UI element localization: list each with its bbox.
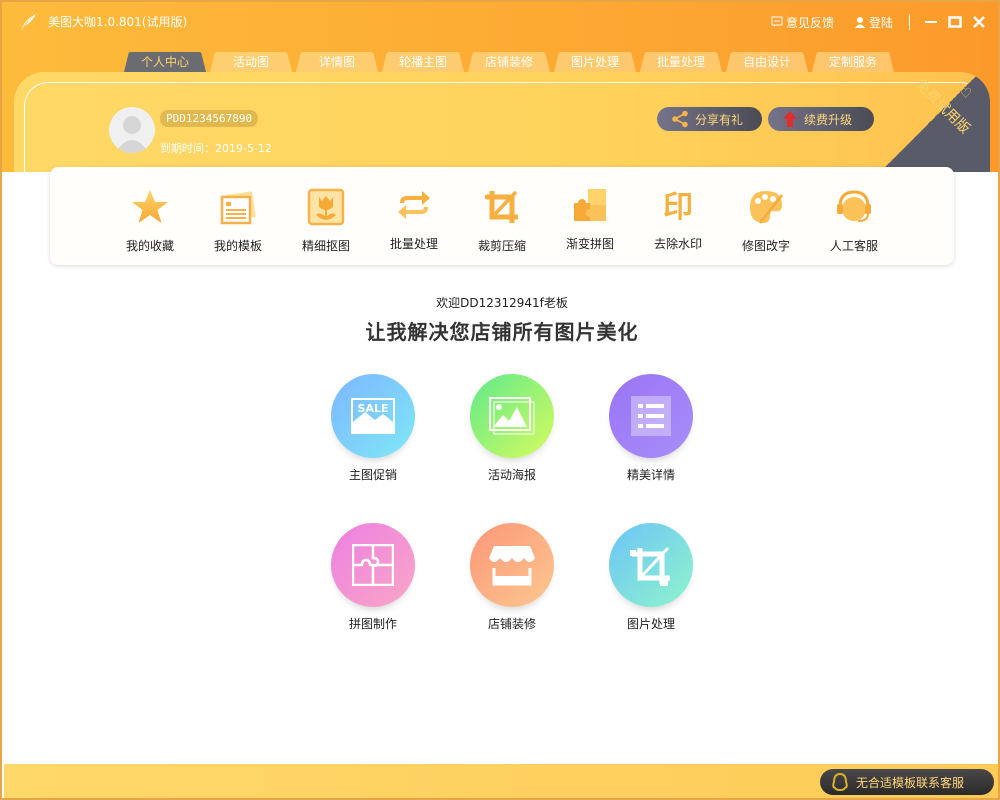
app-window: 美图大咖1.0.801(试用版) 意见反馈 登陆 个人中心 活动图 详情图 轮播…: [0, 0, 1000, 800]
upgrade-arrow-icon: [783, 111, 797, 127]
tab-free-design[interactable]: 自由设计: [726, 52, 808, 72]
user-id-badge: PDD1234567890: [160, 110, 259, 127]
heart-icon: ♡: [959, 86, 972, 102]
tab-custom-service[interactable]: 定制服务: [812, 52, 894, 72]
headset-icon: [837, 190, 871, 222]
share-button[interactable]: 分享有礼: [657, 107, 762, 131]
puzzle-icon: [574, 189, 606, 221]
feature-collage[interactable]: 拼图制作: [318, 523, 428, 632]
feature-image-processing[interactable]: 图片处理: [596, 523, 706, 632]
minimize-icon: [925, 21, 937, 23]
tool-retouch-text[interactable]: 修图改字: [722, 167, 810, 265]
tab-carousel-main[interactable]: 轮播主图: [382, 52, 464, 72]
batch-icon: [398, 191, 430, 219]
top-right-controls: 意见反馈 登陆: [771, 13, 988, 31]
tool-gradient-collage[interactable]: 渐变拼图: [546, 167, 634, 265]
maximize-icon: [948, 16, 962, 28]
avatar[interactable]: [109, 107, 155, 153]
store-icon: [489, 546, 535, 586]
poster-icon: [489, 397, 535, 435]
maximize-button[interactable]: [946, 13, 964, 31]
feature-detail-page[interactable]: 精美详情: [596, 374, 706, 483]
close-button[interactable]: [970, 13, 988, 31]
tool-remove-watermark[interactable]: 印 去除水印: [634, 167, 722, 265]
tool-crop-compress[interactable]: 裁剪压缩: [458, 167, 546, 265]
cutout-icon: [307, 188, 345, 226]
close-icon: [973, 16, 985, 28]
default-avatar-icon: [115, 116, 149, 153]
jigsaw-icon: [352, 544, 394, 586]
tab-activity-image[interactable]: 活动图: [210, 52, 292, 72]
share-icon: [672, 110, 688, 128]
image-crop-icon: [630, 546, 670, 586]
tab-image-processing[interactable]: 图片处理: [554, 52, 636, 72]
upgrade-label: 续费升级: [804, 112, 853, 127]
welcome-message: 欢迎DD12312941f老板: [436, 296, 568, 310]
tool-fine-cutout[interactable]: 精细抠图: [282, 167, 370, 265]
sale-icon: SALE: [351, 398, 395, 434]
app-title: 美图大咖1.0.801(试用版): [48, 15, 188, 29]
footer-bar: 无合适模板联系客服: [4, 764, 998, 798]
trial-ribbon: ♡ 免费试用版: [870, 72, 990, 172]
upgrade-button[interactable]: 续费升级: [768, 107, 874, 131]
palette-icon: [750, 191, 783, 224]
watermark-icon: 印: [663, 190, 693, 225]
title-bar: 美图大咖1.0.801(试用版) 意见反馈 登陆 个人中心 活动图 详情图 轮播…: [2, 2, 998, 192]
tab-personal-center[interactable]: 个人中心: [124, 52, 206, 72]
share-label: 分享有礼: [695, 112, 744, 127]
feature-main-promo[interactable]: SALE 主图促销: [318, 374, 428, 483]
user-icon: [854, 17, 865, 28]
profile-panel: PDD1234567890 到期时间：2019-5-12 分享有礼 续费升级 ♡…: [14, 72, 990, 192]
contact-service-label: 无合适模板联系客服: [856, 775, 965, 790]
feather-logo-icon: [20, 14, 36, 32]
tool-customer-service[interactable]: 人工客服: [810, 167, 898, 265]
feature-event-poster[interactable]: 活动海报: [457, 374, 567, 483]
feedback-label: 意见反馈: [785, 15, 834, 30]
ribbon-label: 免费试用版: [911, 76, 973, 138]
feedback-icon: [771, 16, 783, 27]
slogan-heading: 让我解决您店铺所有图片美化: [365, 320, 639, 344]
tab-batch-processing[interactable]: 批量处理: [640, 52, 722, 72]
tab-detail-image[interactable]: 详情图: [296, 52, 378, 72]
quick-tools-bar: 我的收藏 我的模板 精细抠图 批量处理 裁剪压缩 渐变拼图 印 去除水印 修图改: [50, 167, 954, 265]
login-label: 登陆: [868, 15, 893, 30]
minimize-button[interactable]: [922, 13, 940, 31]
qq-penguin-icon: [832, 773, 848, 791]
feedback-link[interactable]: 意见反馈: [771, 14, 834, 31]
tool-templates[interactable]: 我的模板: [194, 167, 282, 265]
tool-favorites[interactable]: 我的收藏: [106, 167, 194, 265]
crop-icon: [485, 190, 518, 223]
detail-list-icon: [631, 396, 671, 436]
login-link[interactable]: 登陆: [854, 14, 893, 31]
feature-store-decoration[interactable]: 店铺装修: [457, 523, 567, 632]
svg-text:印: 印: [663, 190, 693, 225]
expiry-date: 到期时间：2019-5-12: [160, 142, 272, 155]
tab-store-decoration[interactable]: 店铺装修: [468, 52, 550, 72]
contact-service-button[interactable]: 无合适模板联系客服: [820, 769, 994, 795]
divider: [909, 14, 910, 30]
svg-text:SALE: SALE: [358, 402, 389, 415]
main-tabs: 个人中心 活动图 详情图 轮播主图 店铺装修 图片处理 批量处理 自由设计 定制…: [124, 52, 894, 72]
star-icon: [132, 190, 168, 223]
tool-batch[interactable]: 批量处理: [370, 167, 458, 265]
template-icon: [220, 191, 256, 225]
